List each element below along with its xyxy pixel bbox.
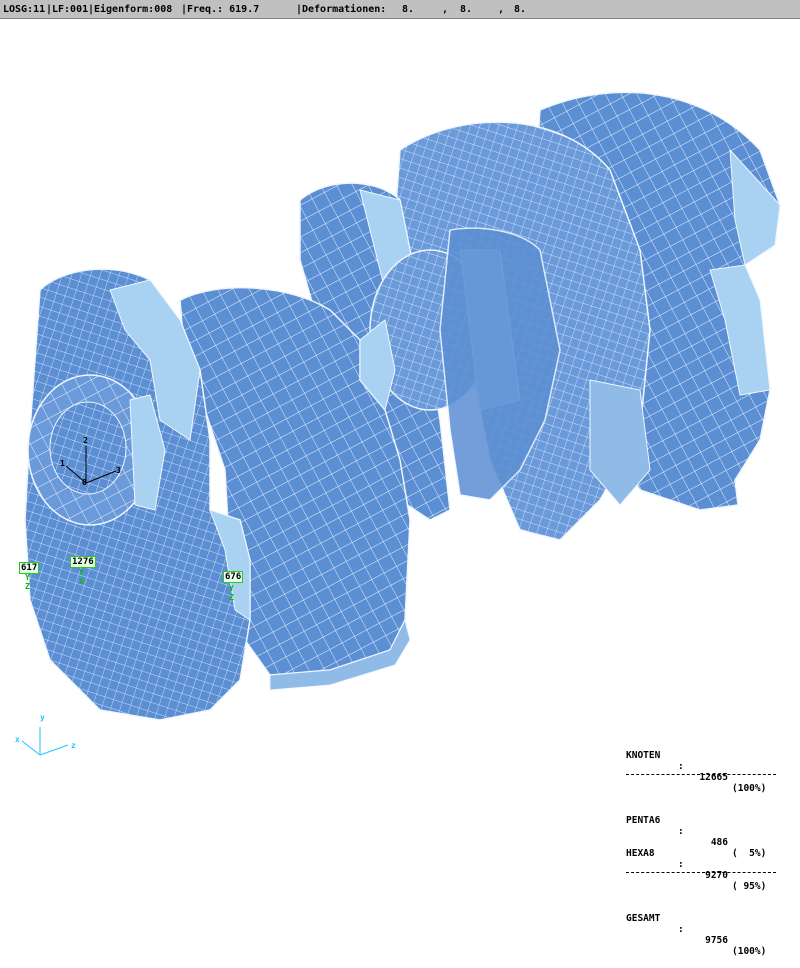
- lf-field: LF:001: [52, 4, 89, 15]
- model-viewport[interactable]: 2 1 3 0 617 Y Z 1276 Y X 676 Y Z y z x: [0, 19, 800, 800]
- deformation-x: 8.: [402, 4, 415, 15]
- deformation-label: Deformationen:: [302, 4, 387, 15]
- node-dof-mark: Y: [25, 573, 30, 582]
- mesh-statistics: KNOTEN : 12665 (100%) PENTA6 : 486 ( 5%)…: [626, 717, 796, 957]
- stat-row-gesamt: GESAMT : 9756 (100%): [626, 913, 767, 957]
- global-axis-y-label: y: [40, 713, 45, 722]
- deformation-sep: ,: [498, 4, 505, 15]
- local-axis-1-label: 1: [60, 459, 65, 468]
- node-dof-mark: Z: [25, 582, 30, 591]
- deformation-sep: ,: [442, 4, 449, 15]
- node-dof-mark: Y: [229, 584, 234, 593]
- stat-row-knoten: KNOTEN : 12665 (100%): [626, 750, 767, 794]
- frequency-field: Freq.: 619.7: [187, 4, 260, 15]
- node-label[interactable]: 1276: [70, 556, 96, 568]
- stat-row-hexa8: HEXA8 : 9270 ( 95%): [626, 848, 767, 892]
- stat-row-penta6: PENTA6 : 486 ( 5%): [626, 815, 767, 859]
- local-axis-2-label: 2: [83, 436, 88, 445]
- node-dof-mark: Y: [79, 568, 84, 577]
- node-dof-mark: Z: [229, 593, 234, 602]
- eigenform-field: Eigenform:008: [94, 4, 173, 15]
- global-axis-x-label: x: [15, 735, 20, 744]
- deformation-y: 8.: [460, 4, 473, 15]
- global-axis-z-label: z: [71, 741, 76, 750]
- local-axis-3-label: 3: [116, 466, 121, 475]
- node-dof-mark: X: [79, 577, 84, 586]
- crankshaft-mesh[interactable]: [0, 19, 800, 800]
- local-axis-origin-label: 0: [82, 478, 87, 487]
- node-label[interactable]: 676: [223, 571, 244, 583]
- deformation-z: 8.: [514, 4, 527, 15]
- status-bar: LOSG:11 | LF:001 | Eigenform:008 | Freq.…: [0, 0, 800, 19]
- losg-field: LOSG:11: [3, 4, 46, 15]
